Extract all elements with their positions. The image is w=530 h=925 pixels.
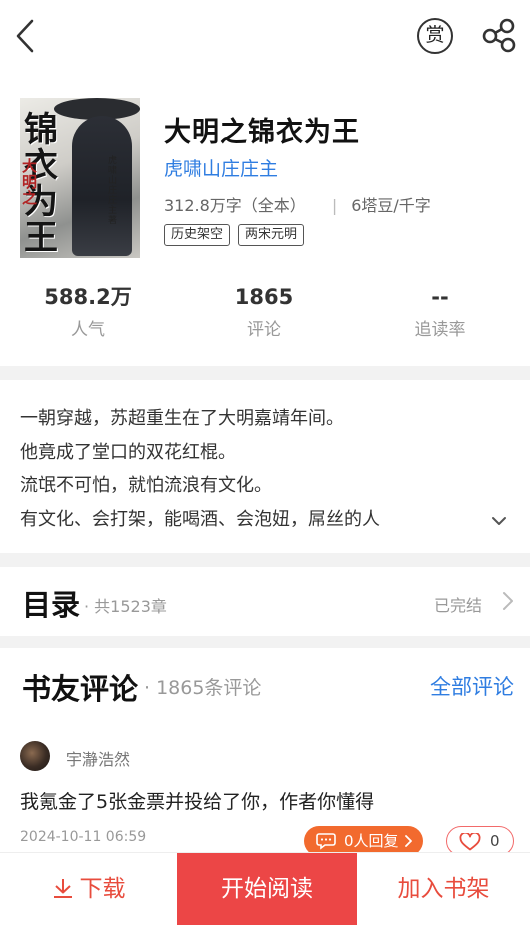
intro-line: 流氓不可怕，就怕流浪有文化。 [20,475,272,496]
book-cover[interactable]: 锦衣为王 大明之 虎啸山庄庄主著 [20,98,140,258]
stat-label: 追读率 [414,320,466,340]
section-divider [0,636,530,648]
reviews-count: · 1865条评论 [144,677,262,699]
book-header: 锦衣为王 大明之 虎啸山庄庄主著 大明之锦衣为王 虎啸山庄庄主 312.8万字（… [20,98,510,260]
review-text[interactable]: 我氪金了5张金票并投给了你，作者你懂得 [20,787,374,814]
review-username[interactable]: 宇瀞浩然 [66,746,130,770]
book-title: 大明之锦衣为王 [164,117,360,148]
completion-status: 已完结 [434,596,483,615]
reviews-header: 书友评论 · 1865条评论 全部评论 [0,648,530,720]
stat-value: -- [431,285,449,309]
cover-title-prefix-art: 大明之 [22,157,38,207]
stat-popularity: 588.2万 人气 [0,282,176,352]
reward-button[interactable]: 赏 [417,18,453,54]
stats-row: 588.2万 人气 1865 评论 -- 追读率 [0,282,530,352]
book-meta: 312.8万字（全本） | 6塔豆/千字 [164,192,431,216]
heart-icon [459,833,481,851]
tag-list: 历史架空 两宋元明 [164,224,305,246]
download-label: 下载 [79,876,126,902]
bottom-action-bar: 下载 开始阅读 加入书架 [0,852,530,925]
section-divider [0,366,530,380]
catalog-row[interactable]: 目录 · 共1523章 已完结 [0,568,530,636]
tag[interactable]: 两宋元明 [238,224,305,246]
stat-follow-rate: -- 追读率 [352,282,528,352]
stat-value: 1865 [234,285,294,309]
intro-line: 一朝穿越，苏超重生在了大明嘉靖年间。 [20,408,344,429]
comment-bubble-icon [316,833,336,850]
share-icon[interactable] [481,18,517,54]
stat-label: 评论 [247,320,281,340]
reviews-title: 书友评论 [22,672,139,706]
stat-label: 人气 [71,320,105,340]
stat-value: 588.2万 [44,285,132,309]
all-reviews-link[interactable]: 全部评论 [430,671,514,701]
intro-line: 他竟成了堂口的双花红棍。 [20,441,236,463]
chapter-count: · 共1523章 [84,597,167,616]
book-intro[interactable]: 一朝穿越，苏超重生在了大明嘉靖年间。 他竟成了堂口的双花红棍。 流氓不可怕，就怕… [20,402,490,536]
download-button[interactable]: 下载 [0,853,177,925]
word-count: 312.8万字（全本） [164,196,306,215]
chevron-right-icon [405,835,412,847]
avatar[interactable] [20,741,50,771]
review-timestamp: 2024-10-11 06:59 [20,829,147,845]
reply-label: 0人回复 [344,832,399,850]
back-icon[interactable] [10,16,42,56]
download-icon [53,879,72,898]
start-reading-button[interactable]: 开始阅读 [177,853,357,925]
catalog-title: 目录 [22,588,81,622]
section-divider [0,553,530,567]
expand-chevron-down-icon[interactable] [488,510,510,532]
meta-separator: | [331,196,338,215]
book-author-link[interactable]: 虎啸山庄庄主 [164,154,278,181]
intro-line: 有文化、会打架，能喝酒、会泡妞，屌丝的人 [20,508,380,530]
like-count: 0 [490,832,500,850]
price: 6塔豆/千字 [351,196,431,215]
review-item: 宇瀞浩然 我氪金了5张金票并投给了你，作者你懂得 2024-10-11 06:5… [0,738,530,856]
stat-comments[interactable]: 1865 评论 [176,282,352,352]
top-bar: 赏 [0,0,530,76]
tag[interactable]: 历史架空 [164,224,231,246]
cover-author-art: 虎啸山庄庄主著 [108,156,118,226]
chevron-right-icon [500,590,516,612]
add-to-shelf-button[interactable]: 加入书架 [357,853,530,925]
